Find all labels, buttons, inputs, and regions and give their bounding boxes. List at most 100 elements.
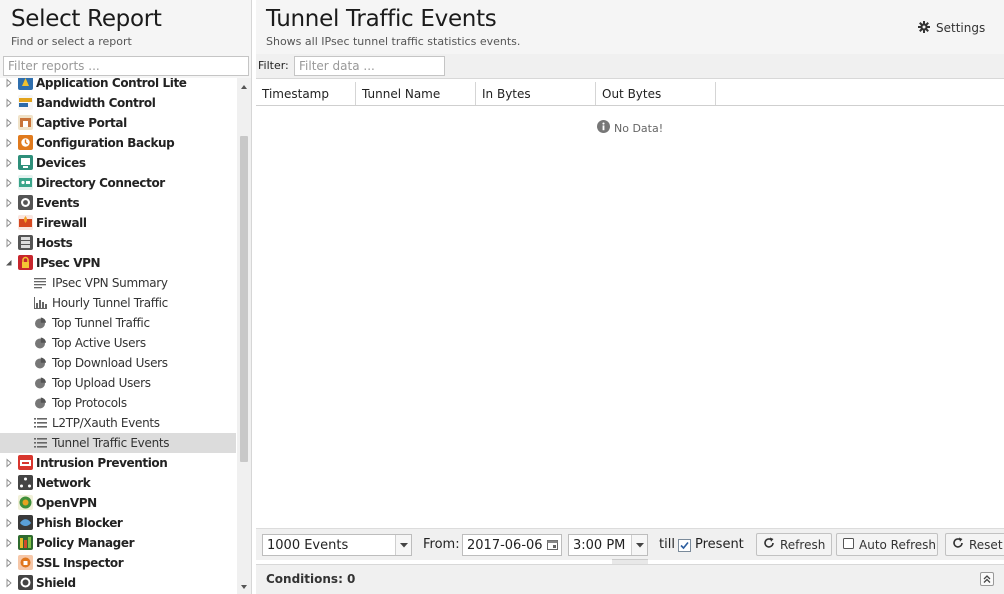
- pie-chart-icon: [34, 377, 47, 389]
- category-firewall[interactable]: Firewall: [0, 213, 236, 233]
- collapsed-arrow-icon[interactable]: [4, 98, 14, 108]
- shield-icon: [18, 575, 33, 590]
- report-label: L2TP/Xauth Events: [52, 416, 160, 430]
- from-date-field[interactable]: 2017-06-06: [462, 534, 562, 556]
- column-header-timestamp[interactable]: Timestamp: [256, 82, 356, 105]
- ipsec-vpn-icon: [18, 255, 33, 270]
- category-label: Devices: [36, 156, 86, 170]
- category-label: Captive Portal: [36, 116, 127, 130]
- calendar-icon[interactable]: [545, 535, 561, 555]
- settings-button[interactable]: Settings: [918, 19, 985, 37]
- report-toolbar: 1000 Events From: 2017-06-06 3:00 PM til…: [256, 528, 1004, 560]
- collapsed-arrow-icon[interactable]: [4, 158, 14, 168]
- collapsed-arrow-icon[interactable]: [4, 118, 14, 128]
- category-label: SSL Inspector: [36, 556, 124, 570]
- collapsed-arrow-icon[interactable]: [4, 558, 14, 568]
- scroll-up-arrow-icon[interactable]: [239, 81, 249, 91]
- pie-chart-icon: [34, 337, 47, 349]
- collapsed-arrow-icon[interactable]: [4, 518, 14, 528]
- report-tree-scrollbar[interactable]: [237, 78, 251, 594]
- refresh-button[interactable]: Refresh: [756, 533, 832, 556]
- events-limit-value: 1000 Events: [267, 538, 349, 553]
- column-header-in-bytes[interactable]: In Bytes: [476, 82, 596, 105]
- collapsed-arrow-icon[interactable]: [4, 238, 14, 248]
- bandwidth-control-icon: [18, 95, 33, 110]
- report-l2tp-xauth-events[interactable]: L2TP/Xauth Events: [0, 413, 236, 433]
- collapsed-arrow-icon[interactable]: [4, 458, 14, 468]
- data-filter-bar: Filter:: [256, 54, 1004, 79]
- report-top-active-users[interactable]: Top Active Users: [0, 333, 236, 353]
- collapsed-arrow-icon[interactable]: [4, 78, 14, 88]
- category-policy-manager[interactable]: Policy Manager: [0, 533, 236, 553]
- category-ipsec-vpn[interactable]: IPsec VPN: [0, 253, 236, 273]
- auto-refresh-button[interactable]: Auto Refresh: [836, 533, 938, 556]
- category-directory-connector[interactable]: Directory Connector: [0, 173, 236, 193]
- category-network[interactable]: Network: [0, 473, 236, 493]
- category-label: Application Control Lite: [36, 78, 187, 90]
- collapsed-arrow-icon[interactable]: [4, 478, 14, 488]
- category-openvpn[interactable]: OpenVPN: [0, 493, 236, 513]
- collapsed-arrow-icon[interactable]: [4, 498, 14, 508]
- category-events[interactable]: Events: [0, 193, 236, 213]
- chevron-down-icon[interactable]: [395, 535, 411, 555]
- category-label: Intrusion Prevention: [36, 456, 168, 470]
- gear-icon: [918, 20, 930, 36]
- category-label: Configuration Backup: [36, 136, 175, 150]
- category-ssl-inspector[interactable]: SSL Inspector: [0, 553, 236, 573]
- collapsed-arrow-icon[interactable]: [4, 198, 14, 208]
- column-header-tunnel-name[interactable]: Tunnel Name: [356, 82, 476, 105]
- collapsed-arrow-icon[interactable]: [4, 138, 14, 148]
- category-application-control-lite[interactable]: Application Control Lite: [0, 78, 236, 93]
- expanded-arrow-icon[interactable]: [4, 258, 14, 268]
- from-date-value: 2017-06-06: [467, 538, 543, 553]
- events-icon: [18, 195, 33, 210]
- report-ipsec-vpn-summary[interactable]: IPsec VPN Summary: [0, 273, 236, 293]
- present-checkbox[interactable]: [678, 539, 691, 552]
- category-label: Shield: [36, 576, 76, 590]
- chevron-down-icon[interactable]: [631, 535, 647, 555]
- scrollbar-thumb[interactable]: [240, 136, 248, 462]
- report-tunnel-traffic-events[interactable]: Tunnel Traffic Events: [0, 433, 236, 453]
- present-label[interactable]: Present: [695, 537, 744, 552]
- filter-data-input[interactable]: [294, 56, 445, 76]
- no-data-message: No Data!: [597, 120, 663, 136]
- from-time-select[interactable]: 3:00 PM: [568, 534, 648, 556]
- category-label: Phish Blocker: [36, 516, 123, 530]
- conditions-label[interactable]: Conditions: 0: [266, 572, 355, 586]
- scroll-down-arrow-icon[interactable]: [239, 581, 249, 591]
- report-label: Top Active Users: [52, 336, 146, 350]
- report-top-tunnel-traffic[interactable]: Top Tunnel Traffic: [0, 313, 236, 333]
- category-label: Firewall: [36, 216, 87, 230]
- events-grid-body: No Data!: [256, 107, 1004, 528]
- category-shield[interactable]: Shield: [0, 573, 236, 593]
- expand-up-icon[interactable]: [980, 572, 994, 586]
- collapsed-arrow-icon[interactable]: [4, 178, 14, 188]
- category-bandwidth-control[interactable]: Bandwidth Control: [0, 93, 236, 113]
- collapsed-arrow-icon[interactable]: [4, 218, 14, 228]
- report-top-protocols[interactable]: Top Protocols: [0, 393, 236, 413]
- report-top-download-users[interactable]: Top Download Users: [0, 353, 236, 373]
- report-tree: Application Control Lite Bandwidth Contro…: [0, 78, 236, 594]
- category-captive-portal[interactable]: Captive Portal: [0, 113, 236, 133]
- reset-icon: [952, 537, 964, 552]
- category-intrusion-prevention[interactable]: Intrusion Prevention: [0, 453, 236, 473]
- app-control-lite-icon: [18, 78, 33, 90]
- pie-chart-icon: [34, 317, 47, 329]
- category-label: IPsec VPN: [36, 256, 101, 270]
- report-selector-panel: Select Report Find or select a report Ap…: [0, 0, 252, 594]
- category-hosts[interactable]: Hosts: [0, 233, 236, 253]
- category-configuration-backup[interactable]: Configuration Backup: [0, 133, 236, 153]
- collapsed-arrow-icon[interactable]: [4, 538, 14, 548]
- report-top-upload-users[interactable]: Top Upload Users: [0, 373, 236, 393]
- report-panel: Tunnel Traffic Events Shows all IPsec tu…: [256, 0, 1004, 594]
- filter-reports-input[interactable]: [3, 56, 249, 76]
- collapsed-arrow-icon[interactable]: [4, 578, 14, 588]
- report-hourly-tunnel-traffic[interactable]: Hourly Tunnel Traffic: [0, 293, 236, 313]
- category-devices[interactable]: Devices: [0, 153, 236, 173]
- category-phish-blocker[interactable]: Phish Blocker: [0, 513, 236, 533]
- column-header-out-bytes[interactable]: Out Bytes: [596, 82, 716, 105]
- openvpn-icon: [18, 495, 33, 510]
- reset-button[interactable]: Reset: [945, 533, 1004, 556]
- report-label: Top Protocols: [52, 396, 127, 410]
- events-limit-select[interactable]: 1000 Events: [262, 534, 412, 556]
